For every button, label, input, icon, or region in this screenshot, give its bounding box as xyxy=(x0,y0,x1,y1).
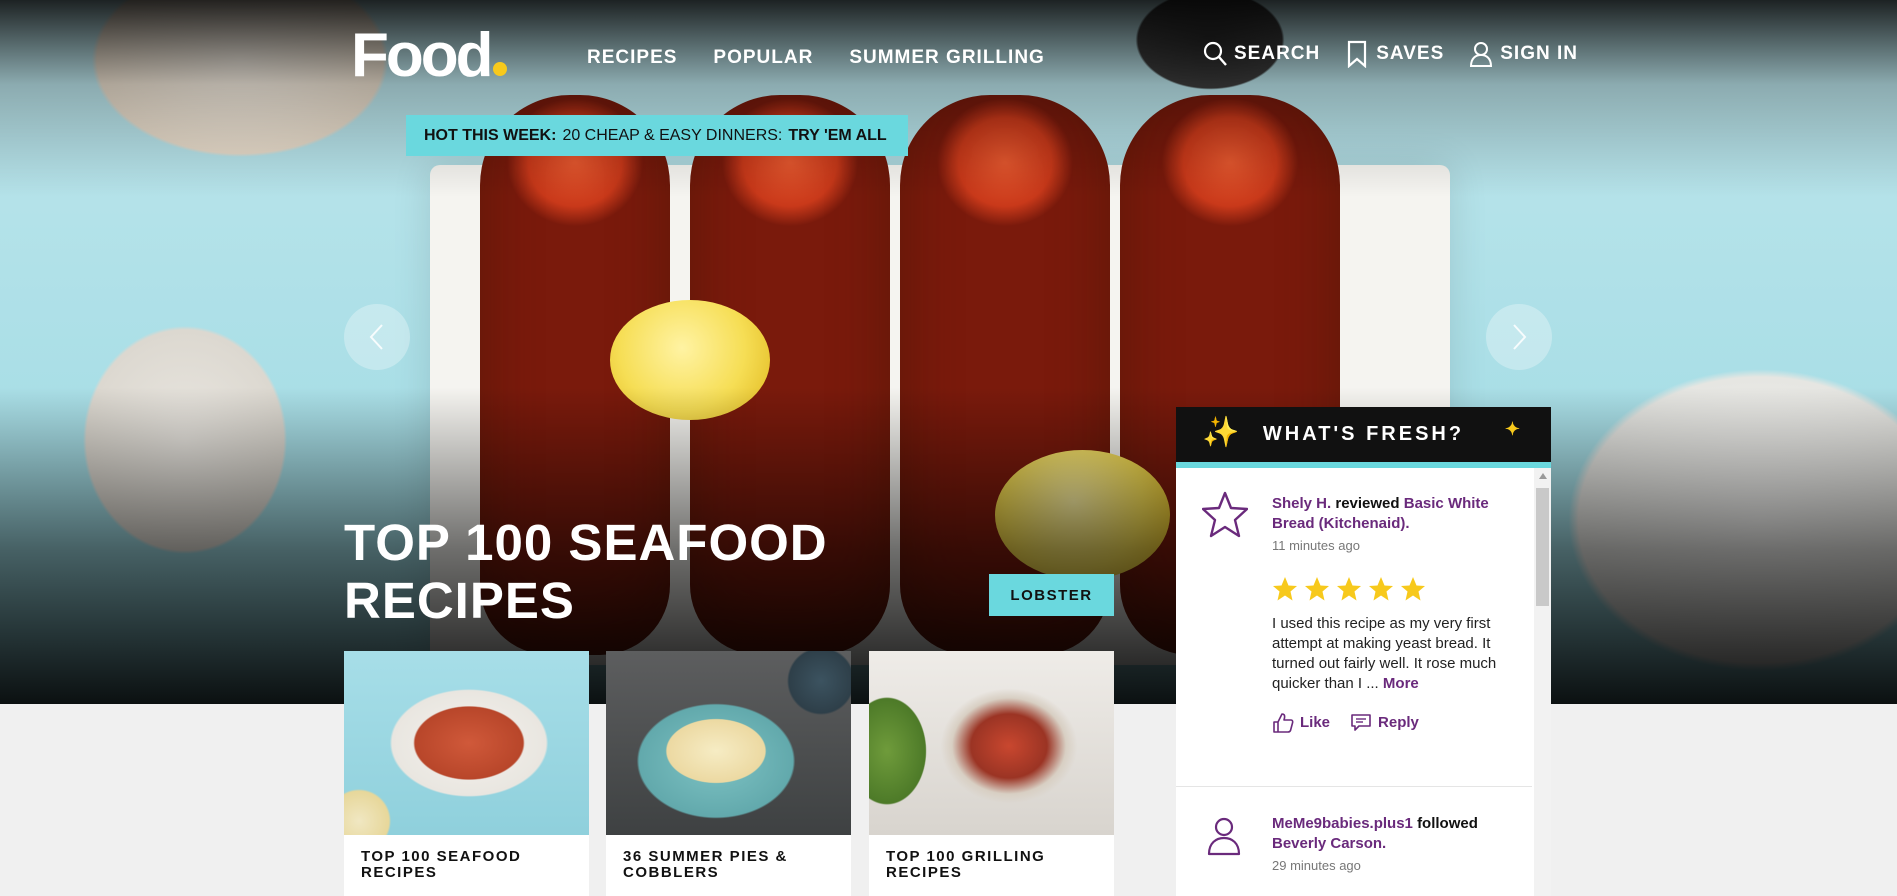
hero-title[interactable]: TOP 100 SEAFOOD RECIPES xyxy=(344,514,864,630)
whats-fresh-panel: ✨ WHAT'S FRESH? ✦ Shely H. reviewed Basi… xyxy=(1176,407,1551,896)
nav-popular[interactable]: POPULAR xyxy=(713,47,813,69)
star-filled-icon xyxy=(1273,577,1297,601)
card-image-pies xyxy=(606,651,851,835)
sign-in-label: SIGN IN xyxy=(1500,43,1578,64)
main-nav: RECIPES POPULAR SUMMER GRILLING xyxy=(587,47,1045,69)
sparkle-right-icon: ✦ xyxy=(1504,419,1523,439)
sparkle-left-icon: ✨ xyxy=(1202,416,1243,449)
review-time: 11 minutes ago xyxy=(1272,538,1360,553)
follow-action: followed xyxy=(1417,815,1478,832)
follow-time: 29 minutes ago xyxy=(1272,858,1361,873)
scrollbar-thumb[interactable] xyxy=(1536,488,1549,606)
logo-dot xyxy=(492,62,507,76)
hot-this-week-banner[interactable]: HOT THIS WEEK: 20 CHEAP & EASY DINNERS: … xyxy=(406,115,908,156)
chevron-left-icon xyxy=(369,324,383,350)
like-button[interactable]: Like xyxy=(1272,712,1330,734)
carousel-prev-button[interactable] xyxy=(344,304,410,370)
review-actions: Like Reply xyxy=(1272,712,1502,734)
whats-fresh-header: ✨ WHAT'S FRESH? ✦ xyxy=(1176,407,1551,462)
card-caption-pies: 36 SUMMER PIES & COBBLERS xyxy=(623,848,788,881)
feed-divider xyxy=(1176,786,1532,787)
card-image-seafood xyxy=(344,651,589,835)
star-filled-icon xyxy=(1305,577,1329,601)
search-label: SEARCH xyxy=(1234,43,1321,64)
chevron-right-icon xyxy=(1513,324,1527,350)
reply-button[interactable]: Reply xyxy=(1350,712,1419,734)
hero-tag-lobster[interactable]: LOBSTER xyxy=(989,574,1114,616)
hero-image[interactable] xyxy=(0,0,1897,704)
card-pies[interactable]: 36 SUMMER PIES & COBBLERS xyxy=(606,651,851,896)
card-caption-grilling: TOP 100 GRILLING RECIPES xyxy=(886,848,1046,881)
review-rating xyxy=(1272,576,1502,602)
hot-label: HOT THIS WEEK: xyxy=(424,126,557,144)
star-outline-icon xyxy=(1202,491,1248,538)
whats-fresh-title: WHAT'S FRESH? xyxy=(1262,423,1465,445)
carousel-next-button[interactable] xyxy=(1486,304,1552,370)
feed-scrollbar[interactable] xyxy=(1534,468,1551,896)
feed-item-follow-body: MeMe9babies.plus1 followed Beverly Carso… xyxy=(1272,814,1502,876)
whats-fresh-feed[interactable]: Shely H. reviewed Basic White Bread (Kit… xyxy=(1176,468,1551,896)
nav-summer-grilling[interactable]: SUMMER GRILLING xyxy=(849,47,1045,69)
comment-icon xyxy=(1351,714,1371,731)
utility-nav: SEARCH SAVES SIGN IN xyxy=(1202,40,1578,68)
star-filled-icon xyxy=(1401,577,1425,601)
logo-text: Food xyxy=(351,21,493,90)
site-logo[interactable]: Food xyxy=(351,20,507,91)
search-button[interactable]: SEARCH xyxy=(1202,40,1320,68)
follow-target-link[interactable]: Beverly Carson. xyxy=(1272,835,1386,852)
review-user-link[interactable]: Shely H. xyxy=(1272,495,1331,512)
star-filled-icon xyxy=(1337,577,1361,601)
bookmark-icon xyxy=(1348,40,1367,68)
card-grilling[interactable]: TOP 100 GRILLING RECIPES xyxy=(869,651,1114,896)
saves-label: SAVES xyxy=(1376,43,1445,64)
review-headline: Shely H. reviewed Basic White Bread (Kit… xyxy=(1272,494,1502,534)
user-icon xyxy=(1470,42,1493,67)
like-label: Like xyxy=(1300,714,1331,731)
card-image-grilling xyxy=(869,651,1114,835)
card-seafood[interactable]: TOP 100 SEAFOOD RECIPES xyxy=(344,651,589,896)
thumbs-up-icon xyxy=(1273,713,1294,733)
card-caption-seafood: TOP 100 SEAFOOD RECIPES xyxy=(361,848,522,881)
hero-shade xyxy=(0,0,1897,704)
review-text: I used this recipe as my very first atte… xyxy=(1272,614,1502,694)
hot-text: 20 CHEAP & EASY DINNERS: xyxy=(562,126,783,144)
user-outline-icon xyxy=(1207,817,1241,856)
review-more-link[interactable]: More xyxy=(1383,675,1419,692)
scroll-up-icon[interactable] xyxy=(1539,473,1547,479)
reply-label: Reply xyxy=(1378,714,1419,731)
search-icon xyxy=(1203,41,1227,66)
feed-item-review-body: Shely H. reviewed Basic White Bread (Kit… xyxy=(1272,494,1502,734)
saves-button[interactable]: SAVES xyxy=(1344,40,1444,68)
follow-user-link[interactable]: MeMe9babies.plus1 xyxy=(1272,815,1413,832)
follow-headline: MeMe9babies.plus1 followed Beverly Carso… xyxy=(1272,814,1502,854)
review-action: reviewed xyxy=(1335,495,1400,512)
sign-in-button[interactable]: SIGN IN xyxy=(1468,40,1578,68)
hot-cta[interactable]: TRY 'EM ALL xyxy=(788,127,886,145)
nav-recipes[interactable]: RECIPES xyxy=(587,47,677,69)
star-filled-icon xyxy=(1369,577,1393,601)
